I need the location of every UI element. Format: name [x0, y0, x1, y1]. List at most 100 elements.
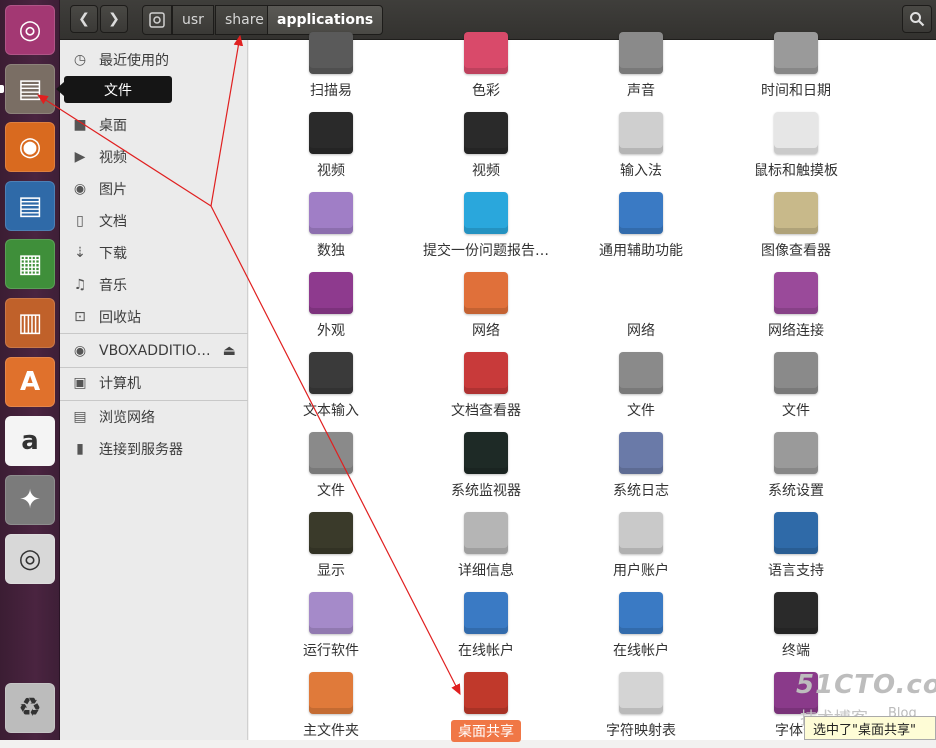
app-scanner[interactable]: 扫描易 — [256, 28, 406, 108]
details-gear-icon — [464, 512, 508, 554]
sidebar-item-5[interactable]: ⇣ 下载 — [60, 238, 248, 268]
app-label: 在线帐户 — [613, 643, 669, 659]
app-label: 通用辅助功能 — [599, 243, 683, 259]
app-system-monitor[interactable]: 系统监视器 — [411, 428, 561, 508]
camera-icon: ◉ — [73, 181, 87, 197]
sidebar-item-0[interactable]: ◷ 最近使用的 — [60, 45, 248, 75]
app-home-folder[interactable]: 主文件夹 — [256, 668, 406, 748]
app-bug-report[interactable]: 提交一份问题报告… — [411, 188, 561, 268]
app-mouse[interactable]: 鼠标和触摸板 — [721, 108, 871, 188]
writer-icon[interactable]: ▤ — [5, 181, 55, 231]
app-label: 桌面共享 — [451, 720, 521, 742]
app-label: 网络 — [627, 323, 655, 339]
app-system-log[interactable]: 系统日志 — [566, 428, 716, 508]
breadcrumb-root[interactable] — [142, 5, 172, 35]
music-icon: ♫ — [73, 277, 87, 293]
app-label: 显示 — [317, 563, 345, 579]
app-online-accounts[interactable]: 在线帐户 — [566, 588, 716, 668]
dvd-icon-glyph: ◎ — [18, 544, 42, 574]
app-clock[interactable]: 时间和日期 — [721, 28, 871, 108]
video-clapper-icon — [464, 112, 508, 154]
app-text-entry[interactable]: 文本输入 — [256, 348, 406, 428]
app-label: 系统设置 — [768, 483, 824, 499]
writer-icon-glyph: ▤ — [17, 191, 43, 221]
app-file-cabinet[interactable]: 文件 — [566, 348, 716, 428]
sidebar-item-8[interactable]: ◉ VBOXADDITIO… ⏏ — [60, 336, 248, 366]
sidebar-item-7[interactable]: ⊡ 回收站 — [60, 302, 248, 332]
app-details-gear[interactable]: 详细信息 — [411, 508, 561, 588]
status-bar: 选中了"桌面共享" — [804, 716, 936, 740]
app-accessibility[interactable]: 通用辅助功能 — [566, 188, 716, 268]
app-language-support[interactable]: 语言支持 — [721, 508, 871, 588]
app-network-connections[interactable]: 网络连接 — [721, 268, 871, 348]
app-user-accounts[interactable]: 用户账户 — [566, 508, 716, 588]
files-icon[interactable]: ▤ — [5, 64, 55, 114]
app-file-cabinet[interactable]: 文件 — [721, 348, 871, 428]
forward-button[interactable]: ❯ — [100, 5, 128, 33]
app-network-folder[interactable]: 网络 — [411, 268, 561, 348]
sidebar: ◷ 最近使用的 ■ 桌面 ▶ 视频 ◉ 图片 ▯ 文档 ⇣ 下载 ♫ 音乐 ⊡ 回收站 ◉ VBOXADDITIO… — [60, 40, 248, 740]
app-label: 鼠标和触摸板 — [754, 163, 838, 179]
app-character-map[interactable]: 字符映射表 — [566, 668, 716, 748]
system-monitor-icon — [464, 432, 508, 474]
sidebar-item-6[interactable]: ♫ 音乐 — [60, 270, 248, 300]
amazon-icon-glyph: a — [21, 426, 39, 456]
app-desktop-sharing[interactable]: 桌面共享 — [411, 668, 561, 748]
sidebar-item-1[interactable]: ■ 桌面 — [60, 110, 248, 140]
app-label: 终端 — [782, 643, 810, 659]
app-label: 扫描易 — [310, 83, 352, 99]
app-file-cabinet[interactable]: 文件 — [256, 428, 406, 508]
search-button[interactable] — [902, 5, 932, 33]
app-terminal[interactable]: 终端 — [721, 588, 871, 668]
app-label: 系统监视器 — [451, 483, 521, 499]
app-display[interactable]: 显示 — [256, 508, 406, 588]
home-folder-icon — [309, 672, 353, 714]
sidebar-item-2[interactable]: ▶ 视频 — [60, 142, 248, 172]
back-button[interactable]: ❮ — [70, 5, 98, 33]
app-label: 在线帐户 — [458, 643, 514, 659]
impress-icon[interactable]: ▥ — [5, 298, 55, 348]
app-document-viewer[interactable]: 文档查看器 — [411, 348, 561, 428]
sidebar-item-10[interactable]: ▤ 浏览网络 — [60, 402, 248, 432]
software-center-icon[interactable]: A — [5, 357, 55, 407]
sidebar-item-9[interactable]: ▣ 计算机 — [60, 368, 248, 398]
app-wifi[interactable]: 网络 — [566, 268, 716, 348]
breadcrumb-usr[interactable]: usr — [172, 5, 214, 35]
sidebar-divider — [60, 367, 248, 368]
app-label: 字符映射表 — [606, 723, 676, 739]
app-sudoku[interactable]: 数独 — [256, 188, 406, 268]
app-video-clapper[interactable]: 视频 — [256, 108, 406, 188]
app-sound[interactable]: 声音 — [566, 28, 716, 108]
trash-icon[interactable]: ♻ — [5, 683, 55, 733]
text-entry-icon — [309, 352, 353, 394]
sidebar-item-label: 回收站 — [99, 310, 141, 326]
app-system-settings[interactable]: 系统设置 — [721, 428, 871, 508]
bug-report-icon — [464, 192, 508, 234]
sidebar-item-label: 视频 — [99, 150, 127, 166]
sidebar-item-4[interactable]: ▯ 文档 — [60, 206, 248, 236]
calc-icon[interactable]: ▦ — [5, 239, 55, 289]
color-icon — [464, 32, 508, 74]
app-label: 运行软件 — [303, 643, 359, 659]
app-run-software[interactable]: 运行软件 — [256, 588, 406, 668]
app-color[interactable]: 色彩 — [411, 28, 561, 108]
app-appearance[interactable]: 外观 — [256, 268, 406, 348]
app-video-clapper[interactable]: 视频 — [411, 108, 561, 188]
tooltip: 文件 — [56, 76, 172, 103]
amazon-icon[interactable]: a — [5, 416, 55, 466]
folder-icon: ■ — [73, 117, 87, 133]
eject-icon[interactable]: ⏏ — [223, 343, 236, 359]
system-settings-icon[interactable]: ✦ — [5, 475, 55, 525]
app-online-accounts[interactable]: 在线帐户 — [411, 588, 561, 668]
sidebar-item-11[interactable]: ▮ 连接到服务器 — [60, 434, 248, 464]
active-indicator — [0, 85, 4, 93]
video-icon: ▶ — [74, 149, 86, 165]
firefox-icon[interactable]: ◉ — [5, 122, 55, 172]
app-label: 主文件夹 — [303, 723, 359, 739]
app-image-viewer[interactable]: 图像查看器 — [721, 188, 871, 268]
dvd-icon[interactable]: ◎ — [5, 534, 55, 584]
network-connections-icon — [774, 272, 818, 314]
sidebar-item-3[interactable]: ◉ 图片 — [60, 174, 248, 204]
dash-icon[interactable]: ◎ — [5, 5, 55, 55]
app-keyboard[interactable]: 输入法 — [566, 108, 716, 188]
